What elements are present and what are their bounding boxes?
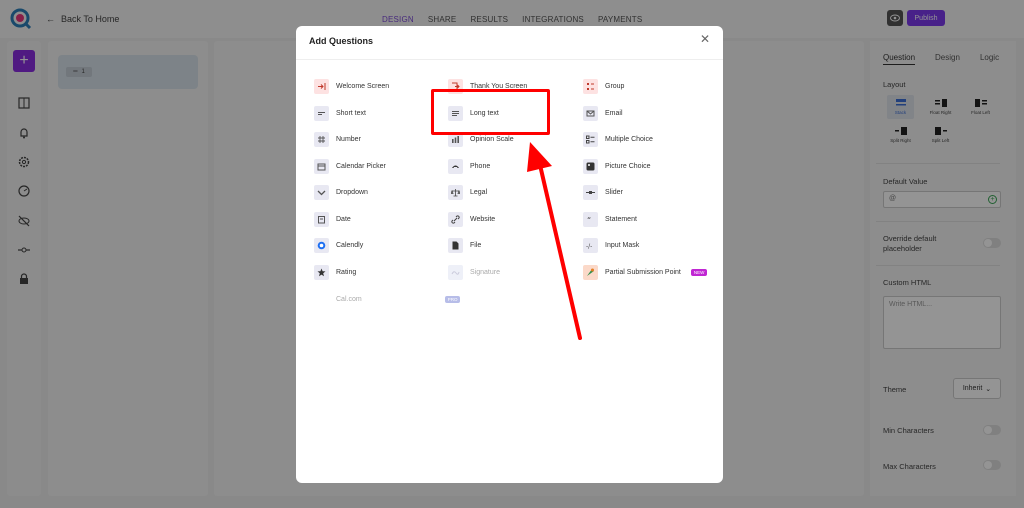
question-type-short-text[interactable]: Short text [314,105,366,121]
question-type-label: Number [336,135,361,143]
question-type-legal[interactable]: Legal [448,184,487,200]
question-type-date[interactable]: Date [314,211,351,227]
multiple-choice-icon [583,131,598,147]
quote-icon: “ [583,211,598,227]
dropdown-icon [314,184,329,200]
question-type-group[interactable]: Group [583,78,624,94]
question-type-label: Input Mask [605,241,640,249]
question-type-partial-submission-point[interactable]: Partial Submission Point NEW [583,264,708,280]
close-icon[interactable]: ✕ [698,32,712,46]
question-type-label: File [470,241,482,249]
question-type-label: Rating [336,268,357,276]
question-type-label: Group [605,82,625,90]
question-type-calendar-picker[interactable]: Calendar Picker [314,158,386,174]
question-type-label: Cal.com [336,295,362,303]
question-type-label: Multiple Choice [605,135,653,143]
calendly-icon [314,237,329,253]
question-type-picture-choice[interactable]: Picture Choice [583,158,651,174]
signature-icon [448,264,463,280]
question-type-label: Legal [470,188,488,196]
question-type-number[interactable]: Number [314,131,361,147]
question-type-email[interactable]: Email [583,105,623,121]
picture-choice-icon [583,158,598,174]
email-icon [583,105,598,121]
star-icon [314,264,329,280]
highlight-box [431,89,550,135]
question-type-phone[interactable]: Phone [448,158,490,174]
question-type-label: Calendly [336,241,364,249]
hash-icon [314,131,329,147]
question-type-slider[interactable]: Slider [583,184,623,200]
divider [296,59,723,60]
question-type-label: Slider [605,188,623,196]
link-icon [448,211,463,227]
new-badge: NEW [690,268,708,276]
question-type-label: Website [470,215,496,223]
question-type-label: Calendar Picker [336,162,386,170]
question-type-label: Opinion Scale [470,135,514,143]
question-type-label: Email [605,109,623,117]
question-type-label: Dropdown [336,188,368,196]
date-icon [314,211,329,227]
question-type-cal-com[interactable]: Cal.com PRO [314,291,461,307]
slider-icon [583,184,598,200]
question-type-signature[interactable]: Signature [448,264,500,280]
svg-text:“: “ [587,216,591,224]
calendar-icon [314,158,329,174]
question-type-label: Partial Submission Point [605,268,681,276]
welcome-icon [314,78,329,94]
group-icon [583,78,598,94]
legal-icon [448,184,463,200]
question-type-label: Date [336,215,351,223]
question-type-label: Short text [336,109,366,117]
phone-icon [448,158,463,174]
file-icon [448,237,463,253]
question-type-multiple-choice[interactable]: Multiple Choice [583,131,653,147]
input-mask-icon: -/- [583,237,598,253]
pro-badge: PRO [444,295,461,303]
modal-title: Add Questions [309,36,374,46]
question-type-file[interactable]: File [448,237,481,253]
question-type-dropdown[interactable]: Dropdown [314,184,368,200]
question-type-website[interactable]: Website [448,211,495,227]
question-type-label: Welcome Screen [336,82,390,90]
partial-submission-icon [583,264,598,280]
question-type-label: Signature [470,268,500,276]
question-type-welcome-screen[interactable]: Welcome Screen [314,78,389,94]
question-type-label: Phone [470,162,491,170]
question-type-input-mask[interactable]: -/- Input Mask [583,237,639,253]
question-type-label: Picture Choice [605,162,651,170]
question-type-label: Statement [605,215,637,223]
short-text-icon [314,105,329,121]
question-type-calendly[interactable]: Calendly [314,237,363,253]
question-type-statement[interactable]: “ Statement [583,211,637,227]
question-type-rating[interactable]: Rating [314,264,356,280]
svg-text:-/-: -/- [586,243,592,250]
blank-icon [314,291,329,307]
